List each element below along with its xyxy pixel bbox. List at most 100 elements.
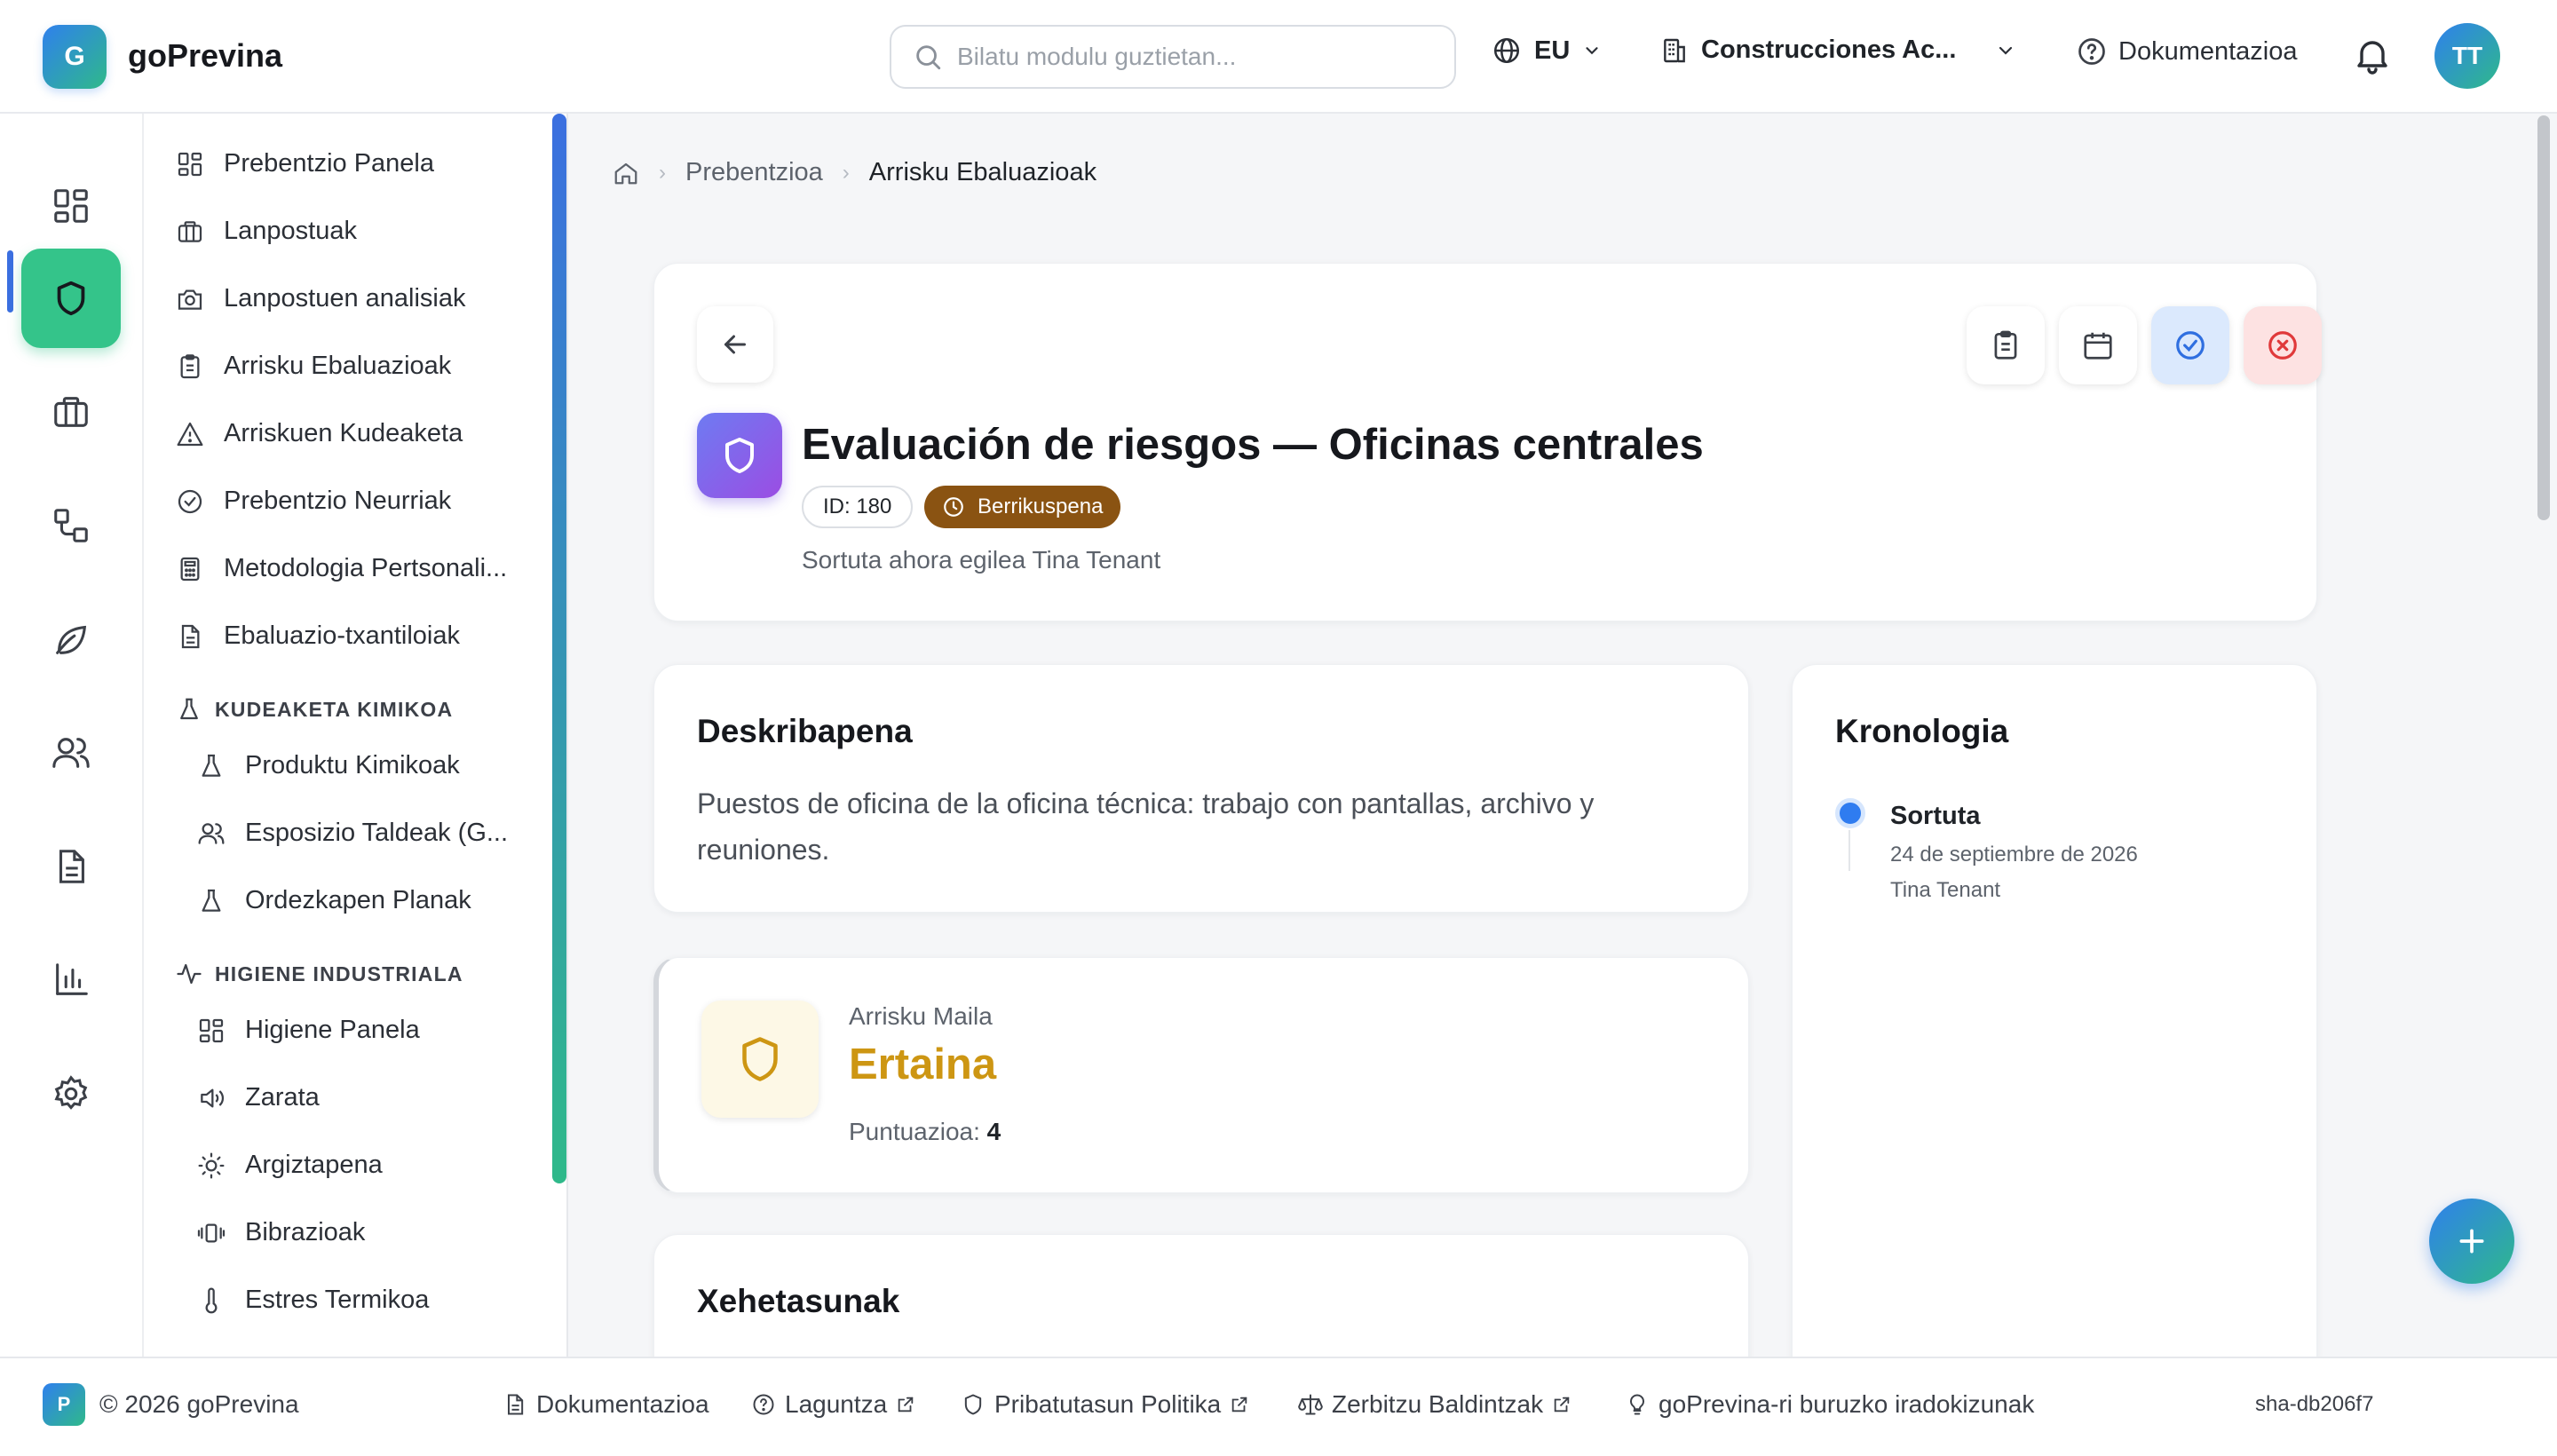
file-icon <box>181 624 200 648</box>
sidebar-item-risk-management[interactable]: Arriskuen Kudeaketa <box>176 419 463 448</box>
footer-help-link[interactable]: Laguntza <box>751 1390 915 1419</box>
footer-suggestions-link[interactable]: goPrevina-ri buruzko iradokizunak <box>1625 1390 2034 1419</box>
assessment-header-card: Evaluación de riesgos — Oficinas central… <box>653 263 2322 621</box>
dashboard-icon <box>199 1018 224 1042</box>
leaf-icon <box>56 625 87 654</box>
search-input[interactable] <box>957 43 1437 71</box>
chevron-down-icon <box>1586 47 1598 55</box>
sun-icon <box>198 1152 225 1178</box>
sidebar-item-hygiene-panel[interactable]: Higiene Panela <box>197 1016 420 1045</box>
settings-icon <box>54 1075 88 1110</box>
sidebar-item-position-analysis[interactable]: Lanpostuen analisiak <box>176 284 465 313</box>
rail-documents[interactable] <box>21 817 121 916</box>
language-selector[interactable]: EU <box>1492 36 1602 66</box>
dashboard-icon <box>54 189 88 223</box>
rail-settings[interactable] <box>21 1044 121 1143</box>
sidebar-item-substitution-plans[interactable]: Ordezkapen Planak <box>197 886 471 915</box>
rail-reports[interactable] <box>21 930 121 1030</box>
breadcrumb-parent[interactable]: Prebentzioa <box>685 158 823 187</box>
clipboard-icon <box>180 353 200 378</box>
sidebar-item-thermal-stress[interactable]: Estres Termikoa <box>197 1286 429 1315</box>
back-button[interactable] <box>697 306 773 383</box>
rail-workflow[interactable] <box>21 476 121 575</box>
external-link-icon <box>1554 1397 1570 1412</box>
camera-icon <box>178 289 202 310</box>
sidebar-item-label: Zarata <box>245 1083 320 1112</box>
app-logo[interactable]: G <box>43 25 107 89</box>
top-header: G goPrevina EU Construcciones Ac... Doku… <box>0 0 2557 114</box>
sidebar-item-vibrations[interactable]: Bibrazioak <box>197 1218 365 1247</box>
home-icon[interactable] <box>613 160 639 186</box>
rail-environment[interactable] <box>21 590 121 689</box>
timeline-event-date: 24 de septiembre de 2026 <box>1890 843 2138 866</box>
shield-icon <box>725 438 754 473</box>
approve-button[interactable] <box>2151 306 2229 384</box>
sidebar-item-label: Produktu Kimikoak <box>245 751 460 779</box>
bar-chart-icon <box>56 963 88 995</box>
user-avatar[interactable]: TT <box>2434 23 2500 89</box>
sidebar-scrollbar[interactable] <box>552 114 566 1183</box>
workflow-icon <box>54 509 88 542</box>
rail-positions[interactable] <box>21 362 121 462</box>
bell-icon[interactable] <box>2351 34 2394 76</box>
sidebar-item-lighting[interactable]: Argiztapena <box>197 1151 383 1180</box>
footer-terms-link[interactable]: Zerbitzu Baldintzak <box>1298 1390 1571 1419</box>
check-circle-icon <box>178 489 202 513</box>
sidebar-item-noise[interactable]: Zarata <box>197 1083 320 1112</box>
sidebar-item-label: Higiene Panela <box>245 1016 420 1044</box>
sidebar-item-chemical-products[interactable]: Produktu Kimikoak <box>197 751 460 780</box>
section-label: KUDEAKETA KIMIKOA <box>215 697 454 721</box>
reject-button[interactable] <box>2244 306 2322 384</box>
vibration-icon <box>197 1223 226 1242</box>
description-text: Puestos de oficina de la oficina técnica… <box>697 787 1595 866</box>
calendar-icon <box>2084 332 2112 360</box>
footer: P © 2026 goPrevina Dokumentazioa Laguntz… <box>0 1357 2557 1456</box>
breadcrumb-separator: › <box>842 160 850 185</box>
risk-score: Puntuazioa: 4 <box>849 1118 1001 1146</box>
timeline-event-title: Sortuta <box>1890 802 1981 830</box>
checklist-button[interactable] <box>1967 306 2045 384</box>
footer-copyright: © 2026 goPrevina <box>99 1390 299 1418</box>
sidebar-item-label: Lanpostuak <box>224 217 357 245</box>
risk-level-icon <box>701 1001 819 1118</box>
main-content: › Prebentzioa › Arrisku Ebaluazioak Eval… <box>566 114 2532 1357</box>
page-title: Evaluación de riesgos — Oficinas central… <box>802 421 1704 469</box>
sidebar-item-label: Esposizio Taldeak (G... <box>245 819 509 847</box>
global-search[interactable] <box>890 25 1456 89</box>
sidebar-item-positions[interactable]: Lanpostuak <box>176 217 357 246</box>
logo-letter: G <box>64 42 85 71</box>
footer-privacy-link[interactable]: Pribatutasun Politika <box>961 1390 1249 1419</box>
sidebar-item-label: Metodologia Pertsonali... <box>224 554 508 582</box>
chevron-down-icon <box>1999 46 2013 55</box>
rail-dashboard[interactable] <box>21 156 121 256</box>
sidebar-item-label: Ordezkapen Planak <box>245 886 471 914</box>
sidebar-item-prevention-panel[interactable]: Prebentzio Panela <box>176 149 434 178</box>
add-button[interactable] <box>2429 1199 2514 1284</box>
documentation-link[interactable]: Dokumentazioa <box>2076 36 2298 67</box>
footer-docs-label: Dokumentazioa <box>536 1390 709 1418</box>
help-circle-icon <box>2078 38 2105 65</box>
sidebar-item-label: Arriskuen Kudeaketa <box>224 419 463 447</box>
flask-icon <box>202 889 221 912</box>
footer-suggestions-label: goPrevina-ri buruzko iradokizunak <box>1658 1390 2035 1418</box>
rail-people[interactable] <box>21 703 121 803</box>
risk-score-label: Puntuazioa: <box>849 1118 980 1145</box>
sidebar-item-custom-methodology[interactable]: Metodologia Pertsonali... <box>176 554 507 583</box>
sidebar-item-label: Bibrazioak <box>245 1218 366 1246</box>
footer-docs-link[interactable]: Dokumentazioa <box>503 1390 709 1419</box>
check-circle-icon <box>2176 331 2205 360</box>
sidebar-item-risk-assessments[interactable]: Arrisku Ebaluazioak <box>176 352 451 381</box>
company-selector[interactable]: Construcciones Ac... <box>1660 36 2016 65</box>
sidebar-item-evaluation-templates[interactable]: Ebaluazio-txantiloiak <box>176 621 460 651</box>
created-info: Sortuta ahora egilea Tina Tenant <box>802 546 1161 574</box>
rail-prevention[interactable] <box>21 249 121 348</box>
app-name[interactable]: goPrevina <box>128 37 282 75</box>
schedule-button[interactable] <box>2059 306 2137 384</box>
scale-icon <box>1298 1394 1323 1415</box>
footer-privacy-label: Pribatutasun Politika <box>994 1390 1222 1418</box>
prevention-sidebar: Prebentzio Panela Lanpostuak Lanpostuen … <box>144 114 566 1357</box>
footer-logo-letter: P <box>57 1393 71 1415</box>
page-scrollbar[interactable] <box>2537 115 2550 520</box>
sidebar-item-exposure-groups[interactable]: Esposizio Taldeak (G... <box>197 819 508 848</box>
sidebar-item-prevention-measures[interactable]: Prebentzio Neurriak <box>176 487 451 516</box>
